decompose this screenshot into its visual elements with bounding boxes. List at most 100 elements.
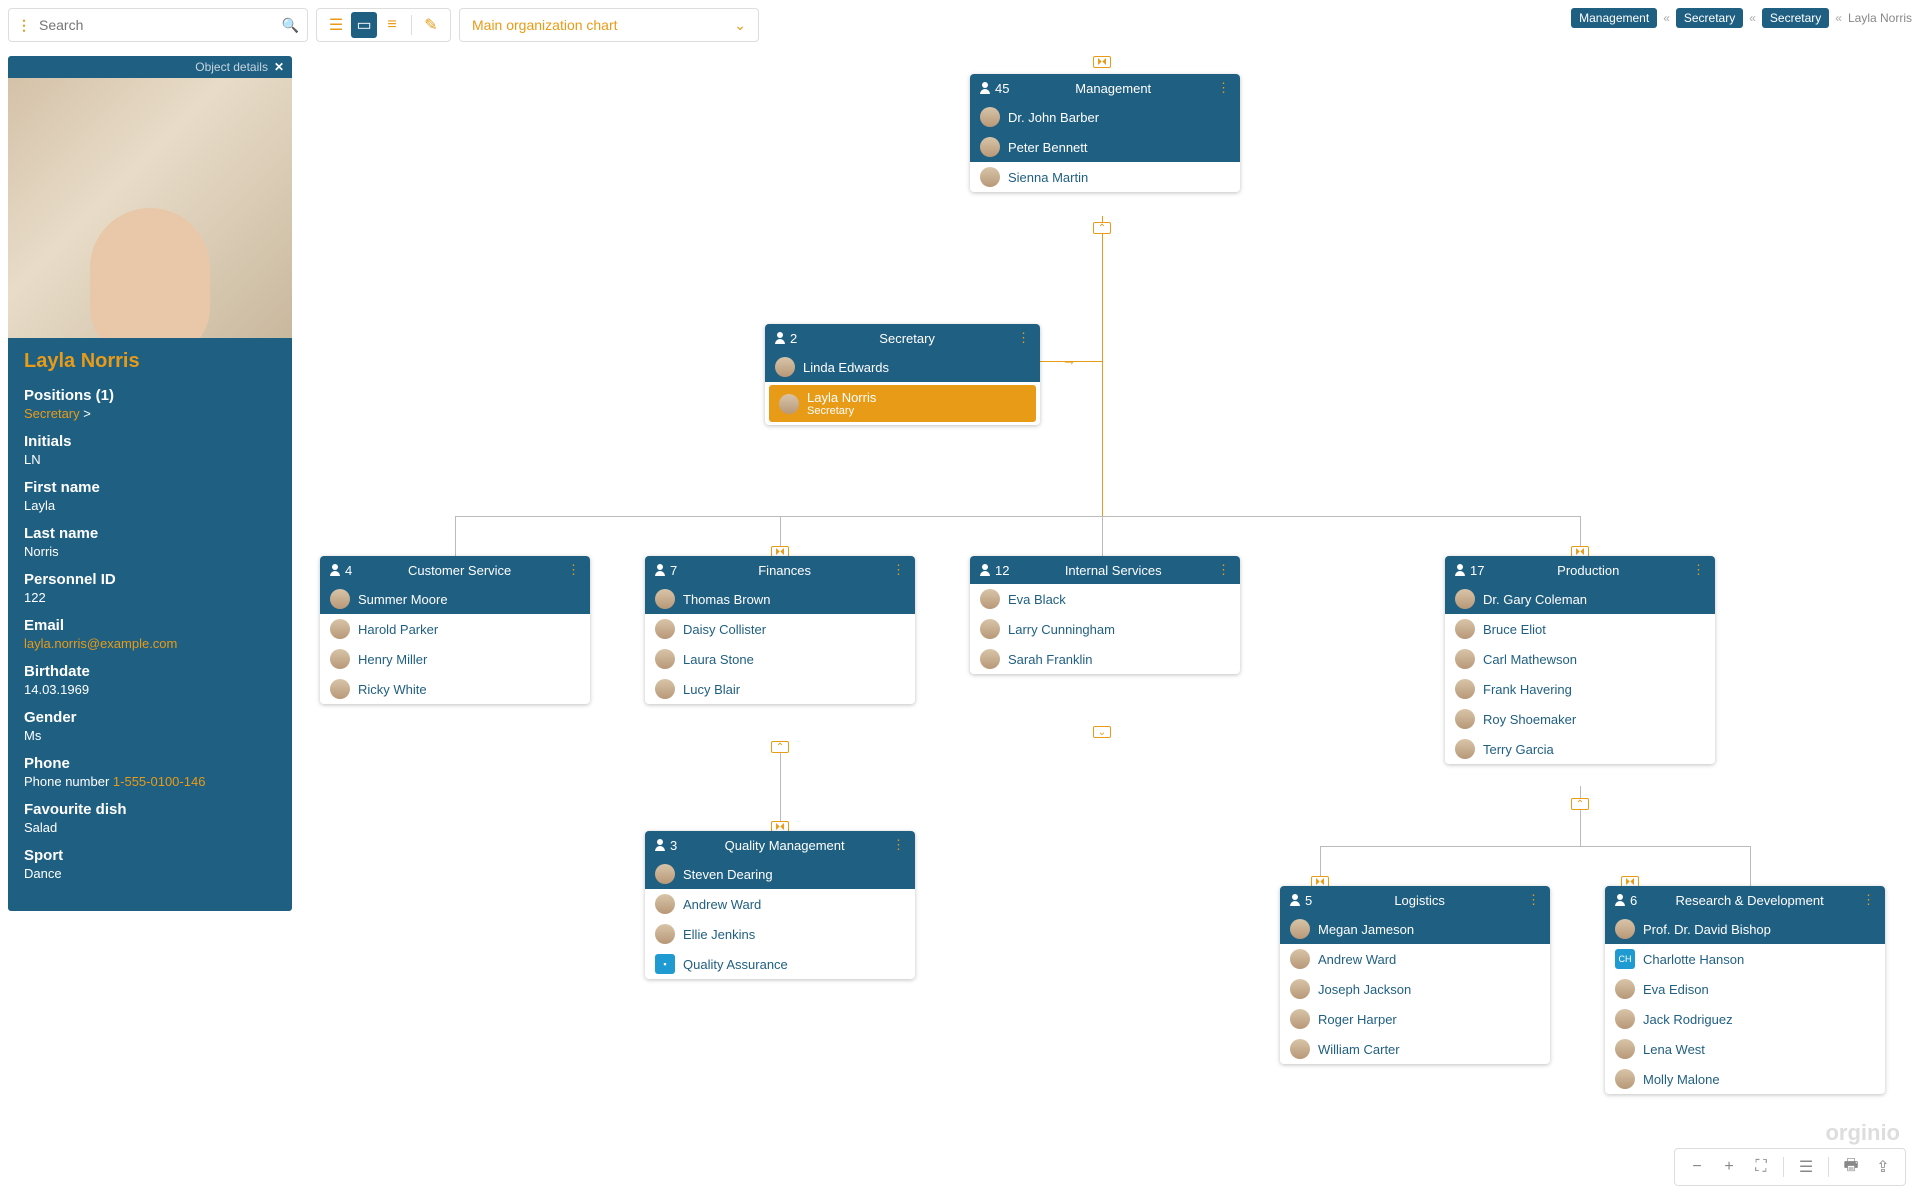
- node-member[interactable]: Laura Stone: [683, 652, 754, 667]
- node-member[interactable]: Molly Malone: [1643, 1072, 1720, 1087]
- lastname-value: Norris: [24, 544, 276, 559]
- node-member[interactable]: Andrew Ward: [1318, 952, 1396, 967]
- zoom-in-icon[interactable]: +: [1715, 1153, 1743, 1181]
- view-hierarchy-icon[interactable]: ☰: [323, 12, 349, 38]
- search-icon[interactable]: 🔍: [282, 17, 299, 34]
- node-member[interactable]: Daisy Collister: [683, 622, 766, 637]
- crumb-management[interactable]: Management: [1571, 8, 1657, 28]
- node-member[interactable]: Charlotte Hanson: [1643, 952, 1744, 967]
- crumb-secretary[interactable]: Secretary: [1676, 8, 1743, 28]
- node-manager[interactable]: Linda Edwards: [803, 360, 889, 375]
- chart-selector[interactable]: Main organization chart ⌄: [459, 8, 759, 42]
- node-member[interactable]: Carl Mathewson: [1483, 652, 1577, 667]
- email-value[interactable]: layla.norris@example.com: [24, 636, 276, 651]
- node-member[interactable]: Sarah Franklin: [1008, 652, 1093, 667]
- node-manager[interactable]: Steven Dearing: [683, 867, 773, 882]
- node-menu-icon[interactable]: ⋮: [1217, 562, 1230, 578]
- node-member[interactable]: Roger Harper: [1318, 1012, 1397, 1027]
- dish-label: Favourite dish: [24, 801, 276, 818]
- node-member[interactable]: Roy Shoemaker: [1483, 712, 1576, 727]
- search-box[interactable]: ⋮ 🔍: [8, 8, 308, 42]
- node-quality-management[interactable]: 3Quality Management⋮ Steven Dearing Andr…: [645, 831, 915, 979]
- phone-value[interactable]: 1-555-0100-146: [113, 774, 206, 789]
- person-icon: [980, 82, 990, 94]
- avatar: [779, 394, 799, 414]
- avatar: [1615, 1039, 1635, 1059]
- node-manager[interactable]: Thomas Brown: [683, 592, 770, 607]
- node-member[interactable]: Bruce Eliot: [1483, 622, 1546, 637]
- node-member-selected[interactable]: Layla NorrisSecretary: [769, 385, 1036, 422]
- share-icon[interactable]: ⇪: [1869, 1153, 1897, 1181]
- node-member[interactable]: William Carter: [1318, 1042, 1400, 1057]
- avatar: [980, 649, 1000, 669]
- node-member[interactable]: Joseph Jackson: [1318, 982, 1411, 997]
- node-manager[interactable]: Prof. Dr. David Bishop: [1643, 922, 1771, 937]
- node-manager[interactable]: Megan Jameson: [1318, 922, 1414, 937]
- node-member[interactable]: Lena West: [1643, 1042, 1705, 1057]
- initials-badge: CH: [1615, 949, 1635, 969]
- node-menu-icon[interactable]: ⋮: [1217, 80, 1230, 96]
- node-member[interactable]: Andrew Ward: [683, 897, 761, 912]
- node-manager[interactable]: Dr. Gary Coleman: [1483, 592, 1587, 607]
- settings-icon[interactable]: ☰: [1792, 1153, 1820, 1181]
- zoom-out-icon[interactable]: −: [1683, 1153, 1711, 1181]
- node-member[interactable]: Sienna Martin: [1008, 170, 1088, 185]
- node-member[interactable]: Henry Miller: [358, 652, 427, 667]
- collapse-toggle[interactable]: ⏵⏴: [1093, 56, 1111, 68]
- avatar: [1290, 919, 1310, 939]
- node-manager[interactable]: Summer Moore: [358, 592, 448, 607]
- avatar: [655, 589, 675, 609]
- node-member[interactable]: Larry Cunningham: [1008, 622, 1115, 637]
- avatar: [330, 589, 350, 609]
- edit-icon[interactable]: ✎: [418, 12, 444, 38]
- close-icon[interactable]: ✕: [274, 60, 284, 74]
- view-card-icon[interactable]: ▭: [351, 12, 377, 38]
- node-manager[interactable]: Dr. John Barber: [1008, 110, 1099, 125]
- print-icon[interactable]: 🖶: [1837, 1153, 1865, 1181]
- node-research-development[interactable]: 6Research & Development⋮ Prof. Dr. David…: [1605, 886, 1885, 1094]
- avatar: [330, 649, 350, 669]
- node-menu-icon[interactable]: ⋮: [1692, 562, 1705, 578]
- view-list-icon[interactable]: ≡: [379, 12, 405, 38]
- node-member[interactable]: Lucy Blair: [683, 682, 740, 697]
- collapse-toggle[interactable]: ⌃: [771, 741, 789, 753]
- node-secretary[interactable]: 2Secretary⋮ Linda Edwards Layla NorrisSe…: [765, 324, 1040, 425]
- node-production[interactable]: 17Production⋮ Dr. Gary Coleman Bruce Eli…: [1445, 556, 1715, 764]
- node-member[interactable]: Ellie Jenkins: [683, 927, 755, 942]
- node-menu-icon[interactable]: ⋮: [1527, 892, 1540, 908]
- node-menu-icon[interactable]: ⋮: [1862, 892, 1875, 908]
- node-internal-services[interactable]: 12Internal Services⋮ Eva Black Larry Cun…: [970, 556, 1240, 674]
- node-title: Finances: [758, 563, 811, 578]
- avatar: [980, 107, 1000, 127]
- node-member[interactable]: Eva Edison: [1643, 982, 1709, 997]
- toolbar-divider: [1783, 1157, 1784, 1177]
- node-member[interactable]: Harold Parker: [358, 622, 438, 637]
- node-management[interactable]: 45Management⋮ Dr. John Barber Peter Benn…: [970, 74, 1240, 192]
- node-member[interactable]: Terry Garcia: [1483, 742, 1554, 757]
- crumb-secretary2[interactable]: Secretary: [1762, 8, 1829, 28]
- node-member[interactable]: Quality Assurance: [683, 957, 788, 972]
- node-logistics[interactable]: 5Logistics⋮ Megan Jameson Andrew Ward Jo…: [1280, 886, 1550, 1064]
- node-member[interactable]: Jack Rodriguez: [1643, 1012, 1733, 1027]
- node-menu-icon[interactable]: ⋮: [1017, 330, 1030, 346]
- hl-role: Secretary: [807, 405, 876, 417]
- node-customer-service[interactable]: 4Customer Service⋮ Summer Moore Harold P…: [320, 556, 590, 704]
- fit-icon[interactable]: ⛶: [1747, 1153, 1775, 1181]
- node-member[interactable]: Ricky White: [358, 682, 427, 697]
- position-link[interactable]: Secretary: [24, 406, 80, 421]
- crumb-sep: «: [1663, 11, 1670, 25]
- node-member[interactable]: Frank Havering: [1483, 682, 1572, 697]
- node-finances[interactable]: 7Finances⋮ Thomas Brown Daisy Collister …: [645, 556, 915, 704]
- search-menu-icon[interactable]: ⋮: [17, 17, 31, 34]
- node-menu-icon[interactable]: ⋮: [892, 837, 905, 853]
- collapse-toggle[interactable]: ⌄: [1093, 726, 1111, 738]
- org-canvas[interactable]: → ⏵⏴ ⌃ ⏵⏴ ⏵⏴ ⌃ ⌄ ⌃ ⏵⏴ ⏵⏴ ⏵⏴ 45Management…: [300, 56, 1912, 1140]
- collapse-toggle[interactable]: ⌃: [1571, 798, 1589, 810]
- collapse-toggle[interactable]: ⌃: [1093, 222, 1111, 234]
- node-manager[interactable]: Peter Bennett: [1008, 140, 1088, 155]
- search-input[interactable]: [39, 17, 282, 33]
- node-menu-icon[interactable]: ⋮: [567, 562, 580, 578]
- person-icon: [980, 564, 990, 576]
- node-member[interactable]: Eva Black: [1008, 592, 1066, 607]
- node-menu-icon[interactable]: ⋮: [892, 562, 905, 578]
